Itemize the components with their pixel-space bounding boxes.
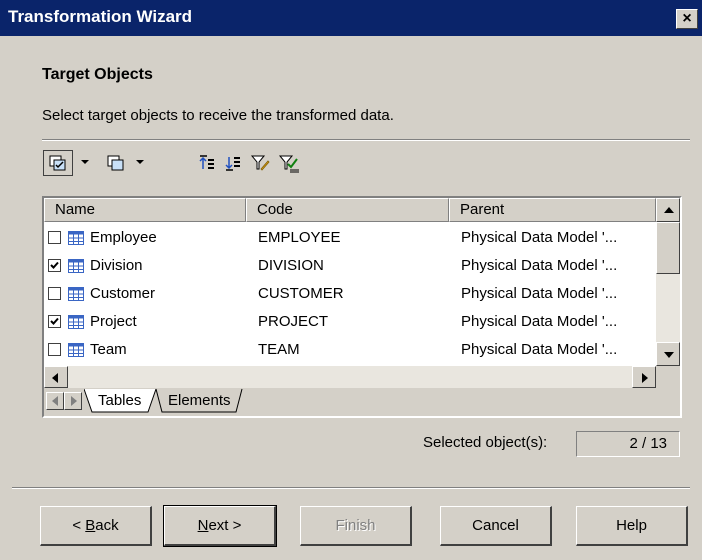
scroll-right-button[interactable] <box>632 366 656 388</box>
row-checkbox[interactable] <box>48 315 61 328</box>
cell-name: Division <box>90 257 143 274</box>
transformation-wizard-dialog: Transformation Wizard × Target Objects S… <box>0 0 702 560</box>
column-header-name[interactable]: Name <box>44 198 246 222</box>
tab-elements[interactable]: Elements <box>168 392 231 409</box>
next-button[interactable]: Next > <box>163 505 277 547</box>
title-bar: Transformation Wizard × <box>0 0 702 36</box>
cancel-button[interactable]: Cancel <box>440 506 552 546</box>
table-icon <box>68 259 84 273</box>
cell-code: EMPLOYEE <box>258 229 341 246</box>
move-to-top-icon[interactable] <box>196 150 218 176</box>
finish-button[interactable]: Finish <box>300 506 412 546</box>
cell-parent: Physical Data Model '... <box>461 285 618 302</box>
column-header-code[interactable]: Code <box>246 198 449 222</box>
table-icon <box>68 287 84 301</box>
page-instruction: Select target objects to receive the tra… <box>42 107 394 124</box>
cell-name: Customer <box>90 285 156 302</box>
window-title: Transformation Wizard <box>8 7 193 26</box>
cell-code: TEAM <box>258 341 300 358</box>
select-all-dropdown-icon[interactable] <box>81 160 89 164</box>
row-checkbox[interactable] <box>48 231 61 244</box>
row-checkbox[interactable] <box>48 259 61 272</box>
selected-objects-count: 2 / 13 <box>576 431 680 457</box>
cell-parent: Physical Data Model '... <box>461 257 618 274</box>
vertical-scrollbar[interactable] <box>656 198 680 366</box>
cell-code: PROJECT <box>258 313 329 330</box>
cell-parent: Physical Data Model '... <box>461 313 618 330</box>
back-button[interactable]: < Back <box>40 506 152 546</box>
cell-parent: Physical Data Model '... <box>461 229 618 246</box>
footer-separator <box>12 487 690 489</box>
target-objects-list[interactable]: Name Code Parent Employee EMPLOYEE Physica… <box>42 196 682 418</box>
column-header-parent[interactable]: Parent <box>449 198 656 222</box>
table-row[interactable]: Employee EMPLOYEE Physical Data Model '... <box>44 224 654 252</box>
tab-strip: Tables Elements <box>44 388 680 416</box>
cell-name: Team <box>90 341 127 358</box>
scroll-up-button[interactable] <box>656 198 680 222</box>
scrollbar-corner <box>656 366 680 388</box>
deselect-all-dropdown-icon[interactable] <box>136 160 144 164</box>
selected-objects-label: Selected object(s): <box>423 434 548 451</box>
tab-scroll-left-button[interactable] <box>46 392 64 410</box>
select-all-icon[interactable] <box>43 150 73 176</box>
table-icon <box>68 231 84 245</box>
vertical-scroll-thumb[interactable] <box>656 222 680 274</box>
help-button[interactable]: Help <box>576 506 688 546</box>
header-separator <box>42 139 690 141</box>
table-icon <box>68 315 84 329</box>
deselect-all-icon[interactable] <box>104 150 128 176</box>
page-heading: Target Objects <box>42 66 153 83</box>
filter-icon[interactable] <box>248 150 272 176</box>
tab-tables[interactable]: Tables <box>98 392 141 409</box>
table-row[interactable]: Project PROJECT Physical Data Model '... <box>44 308 654 336</box>
horizontal-scrollbar[interactable] <box>44 366 656 388</box>
close-button[interactable]: × <box>676 9 698 29</box>
table-row[interactable]: Division DIVISION Physical Data Model '... <box>44 252 654 280</box>
move-to-bottom-icon[interactable] <box>222 150 244 176</box>
cell-code: DIVISION <box>258 257 324 274</box>
tab-scroll-right-button[interactable] <box>64 392 82 410</box>
scroll-down-button[interactable] <box>656 342 680 366</box>
table-row[interactable]: Team TEAM Physical Data Model '... <box>44 336 654 364</box>
cell-code: CUSTOMER <box>258 285 344 302</box>
table-icon <box>68 343 84 357</box>
filter-selected-icon[interactable] <box>276 150 302 176</box>
table-row[interactable]: Customer CUSTOMER Physical Data Model '... <box>44 280 654 308</box>
cell-parent: Physical Data Model '... <box>461 341 618 358</box>
row-checkbox[interactable] <box>48 343 61 356</box>
row-checkbox[interactable] <box>48 287 61 300</box>
cell-name: Project <box>90 313 137 330</box>
scroll-left-button[interactable] <box>44 366 68 388</box>
cell-name: Employee <box>90 229 157 246</box>
